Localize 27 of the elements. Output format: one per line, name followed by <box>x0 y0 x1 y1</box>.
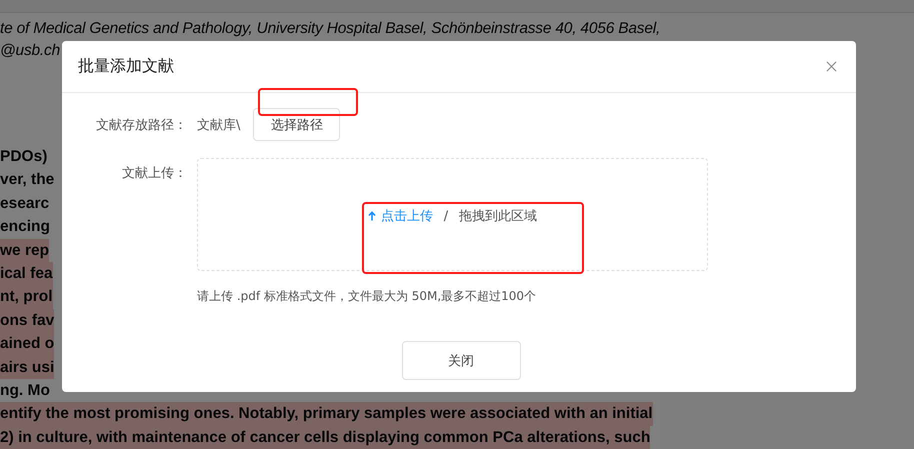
upload-note: 请上传 .pdf 标准格式文件，文件最大为 50M,最多不超过100个 <box>197 288 538 305</box>
affiliation-text: @usb.ch <box>0 41 60 61</box>
document-text: nt, prol <box>0 285 53 309</box>
separator-text: / <box>444 208 448 224</box>
document-text: 2) in culture, with maintenance of cancer cells displaying common PCa alterations, such <box>0 426 650 449</box>
choose-path-button[interactable]: 选择路径 <box>253 108 340 141</box>
document-text: ical fea <box>0 262 53 286</box>
upload-dropzone[interactable]: 点击上传 / 拖拽到此区域 <box>197 158 708 271</box>
document-text: ng. Mo <box>0 380 50 401</box>
upload-arrow-icon <box>368 211 376 221</box>
close-button[interactable]: 关闭 <box>402 341 520 380</box>
document-text: ained o <box>0 332 54 356</box>
document-text: entify the most promising ones. Notably, primary samples were associated with an initial <box>0 402 653 426</box>
dialog-title: 批量添加文献 <box>78 56 174 77</box>
document-text: we rep <box>0 238 50 262</box>
document-text: encing <box>0 217 50 238</box>
drag-hint: 拖拽到此区域 <box>459 208 538 225</box>
document-text: ver, the <box>0 170 54 190</box>
field-label: 文献存放路径： <box>95 116 187 134</box>
document-text: PDOs) <box>0 147 48 167</box>
close-icon[interactable] <box>826 61 837 72</box>
field-label: 文献上传： <box>121 165 187 183</box>
affiliation-text: te of Medical Genetics and Pathology, University Hospital Basel, Schönbeinstrasse 40, 4056 Basel, <box>0 19 660 39</box>
path-value: 文献库\ <box>197 116 240 134</box>
document-text: ons fav <box>0 308 54 332</box>
document-text: esearc <box>0 194 50 214</box>
document-text: airs usi <box>0 356 54 379</box>
